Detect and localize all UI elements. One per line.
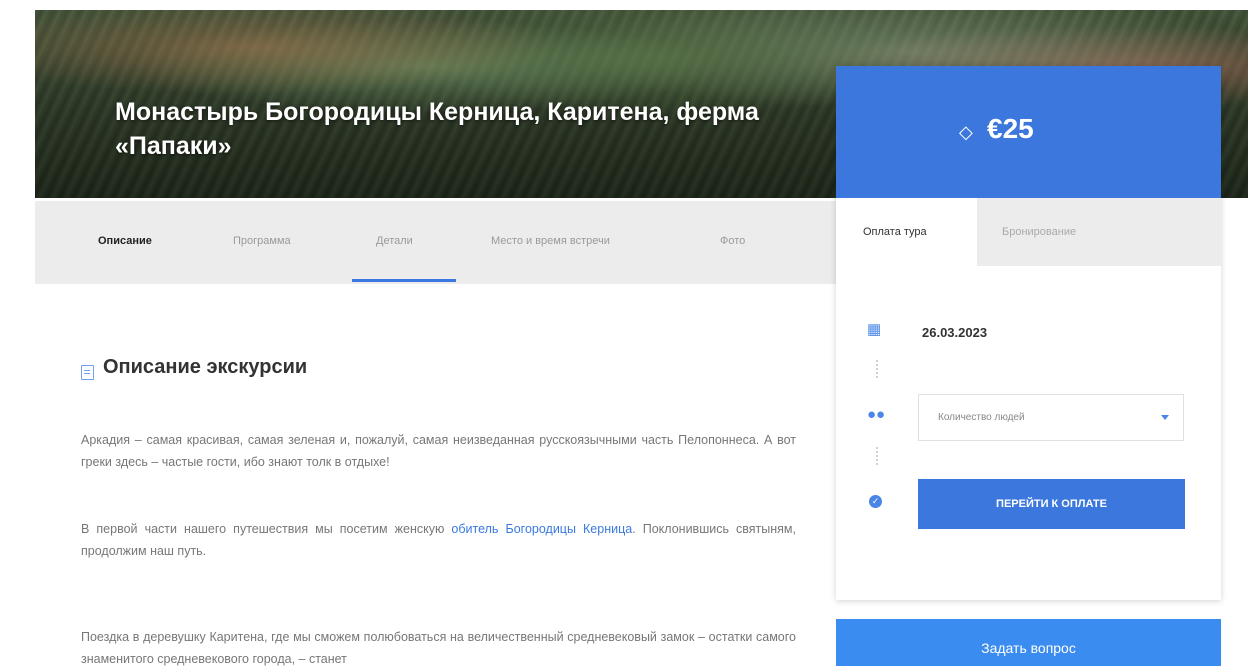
price-tag-icon: ◇ (959, 122, 973, 142)
description-paragraph-2: В первой части нашего путешествия мы пос… (81, 518, 796, 562)
tab-booking[interactable]: Бронирование (977, 198, 1076, 266)
nav-tabs: Описание Программа Детали Место и время … (35, 201, 836, 284)
calendar-icon: ▦ (867, 321, 882, 338)
price-value: €25 (987, 113, 1034, 144)
chevron-down-icon (1161, 415, 1169, 420)
divider-dots (876, 447, 878, 465)
booking-tabs: Оплата тура Бронирование (836, 198, 1221, 266)
tab-description[interactable]: Описание (98, 201, 152, 284)
select-placeholder: Количество людей (938, 412, 1025, 423)
paragraph-text: В первой части нашего путешествия мы пос… (81, 522, 452, 536)
tab-details[interactable]: Детали (376, 201, 413, 284)
people-icon: ●● (867, 406, 886, 423)
description-paragraph-1: Аркадия – самая красивая, самая зеленая … (81, 433, 796, 469)
document-icon (81, 365, 94, 380)
tab-photo[interactable]: Фото (720, 201, 745, 284)
tab-active-underline (352, 279, 456, 282)
check-circle-icon: ✓ (869, 495, 882, 508)
page-title: Монастырь Богородицы Керница, Каритена, … (115, 98, 759, 160)
description-paragraph-3: Поездка в деревушку Каритена, где мы смо… (81, 630, 796, 666)
pay-button[interactable]: ПЕРЕЙТИ К ОПЛАТЕ (918, 479, 1185, 529)
page: Монастырь Богородицы Керница, Каритена, … (0, 0, 1248, 666)
divider-dots (876, 360, 878, 378)
section-title: Описание экскурсии (103, 356, 308, 378)
price-box: ◇ €25 (836, 66, 1221, 198)
people-count-select[interactable]: Количество людей (918, 394, 1184, 441)
ask-question-button[interactable]: Задать вопрос (836, 619, 1221, 666)
tab-meeting-place[interactable]: Место и время встречи (491, 201, 610, 284)
date-field[interactable]: 26.03.2023 (922, 325, 987, 340)
tab-payment[interactable]: Оплата тура (836, 198, 977, 266)
monastery-link[interactable]: обитель Богородицы Керница (451, 522, 632, 536)
tab-program[interactable]: Программа (233, 201, 291, 284)
